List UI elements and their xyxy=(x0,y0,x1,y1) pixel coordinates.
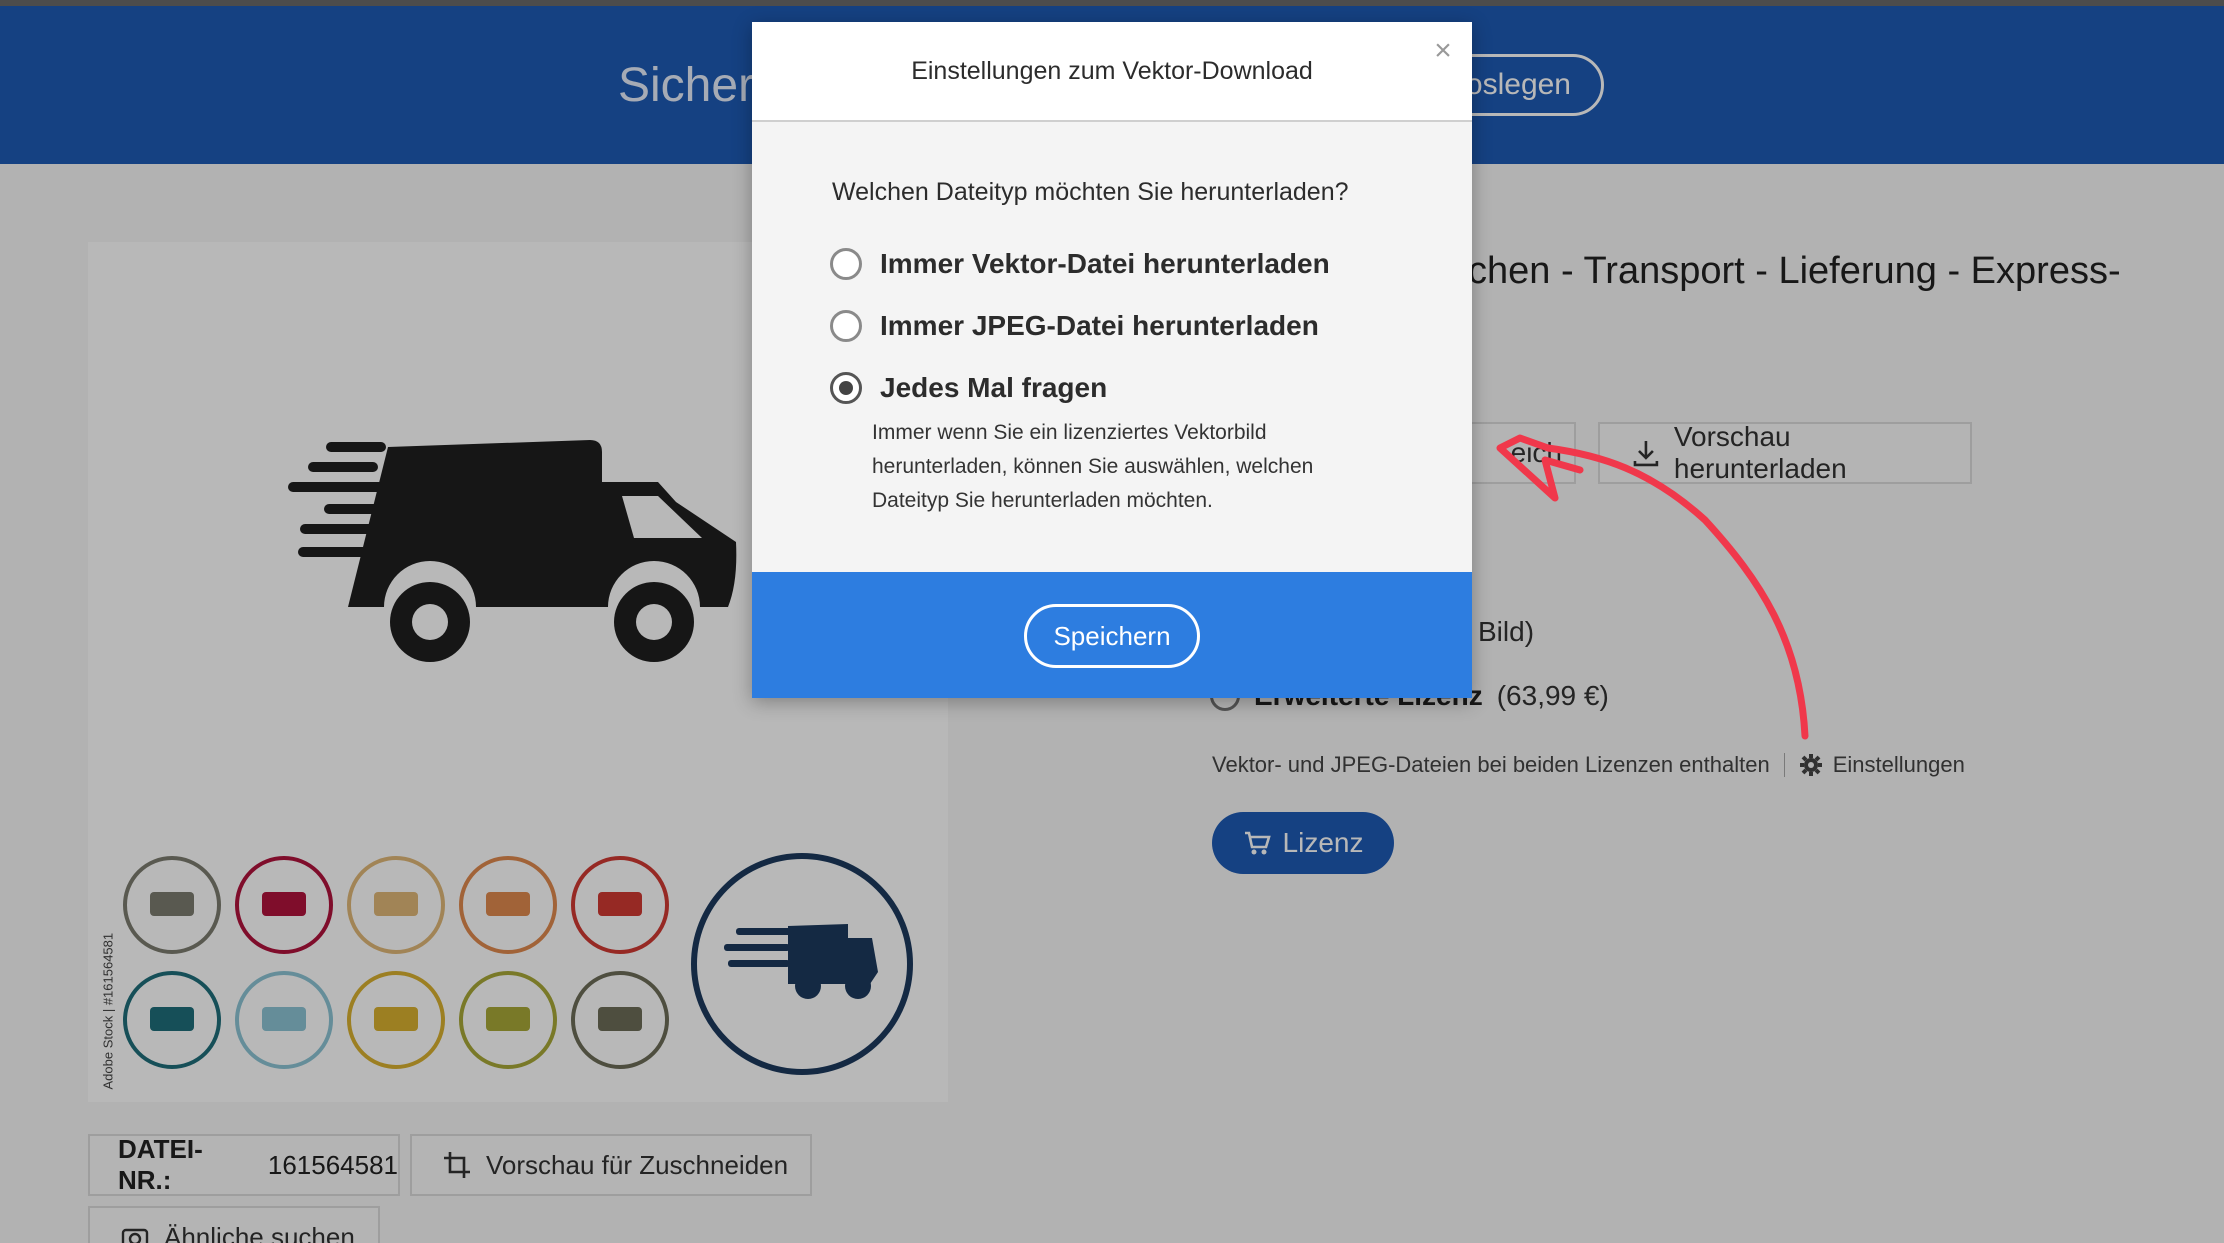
modal-title: Einstellungen zum Vektor-Download xyxy=(911,56,1313,85)
radio-always-vector[interactable] xyxy=(830,248,862,280)
option-always-jpeg-label: Immer JPEG-Datei herunterladen xyxy=(880,310,1319,341)
vector-download-settings-modal: Einstellungen zum Vektor-Download × Welc… xyxy=(752,22,1472,698)
modal-footer: Speichern xyxy=(752,572,1472,698)
option-always-vector[interactable]: Immer Vektor-Datei herunterladen xyxy=(830,248,1330,280)
option-ask-every-time[interactable]: Jedes Mal fragen xyxy=(830,372,1107,404)
radio-always-jpeg[interactable] xyxy=(830,310,862,342)
save-button[interactable]: Speichern xyxy=(1024,604,1200,668)
option-always-vector-label: Immer Vektor-Datei herunterladen xyxy=(880,248,1330,279)
option-always-jpeg[interactable]: Immer JPEG-Datei herunterladen xyxy=(830,310,1319,342)
option-description: Immer wenn Sie ein lizenziertes Vektorbi… xyxy=(872,421,1314,512)
radio-ask-every-time[interactable] xyxy=(830,372,862,404)
filetype-question: Welchen Dateityp möchten Sie herunterlad… xyxy=(832,178,1349,206)
option-ask-every-time-label: Jedes Mal fragen xyxy=(880,372,1108,403)
close-icon[interactable]: × xyxy=(1428,36,1458,66)
modal-header: Einstellungen zum Vektor-Download xyxy=(752,22,1472,122)
